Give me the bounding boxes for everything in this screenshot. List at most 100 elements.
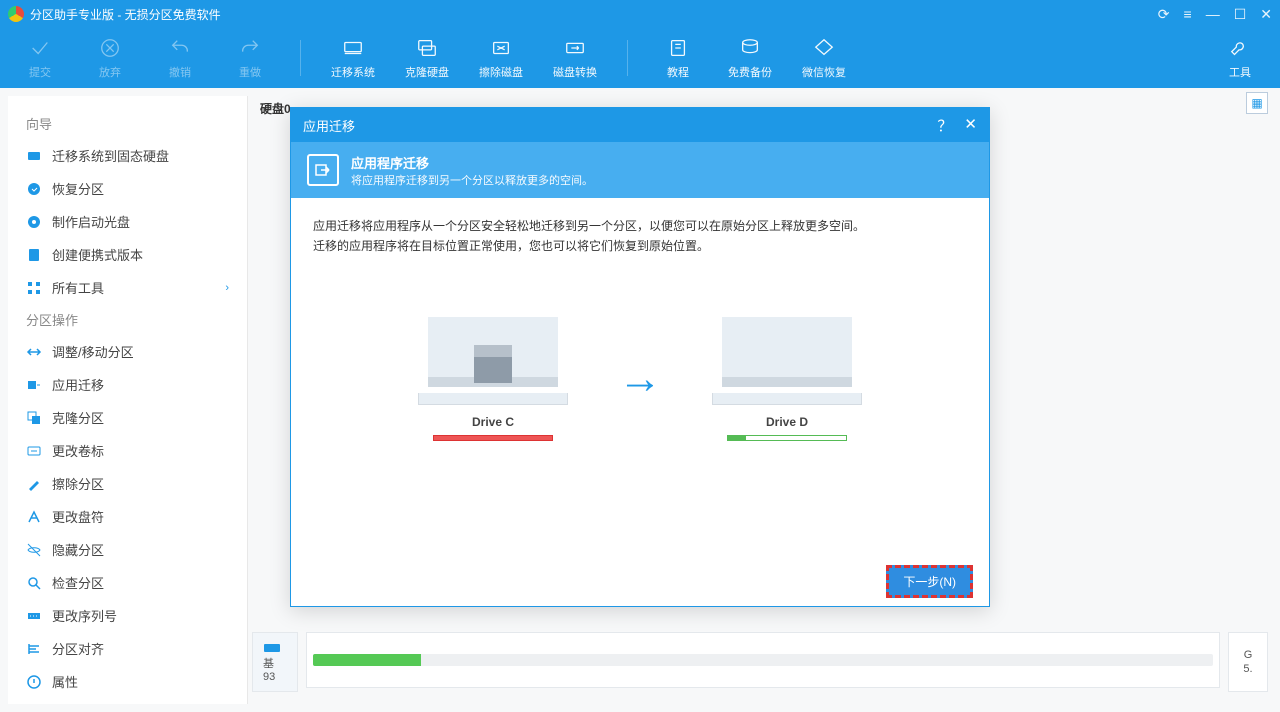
- resize-move-icon: [26, 344, 42, 360]
- minimize-icon[interactable]: —: [1206, 6, 1220, 22]
- sidebar-item-migrate-ssd[interactable]: 迁移系统到固态硬盘: [8, 139, 247, 172]
- make-boot-disc-icon: [26, 214, 42, 230]
- disk-size: 5.: [1243, 663, 1252, 675]
- app-title: 分区助手专业版 - 无损分区免费软件: [30, 6, 221, 23]
- sidebar-item-resize-move[interactable]: 调整/移动分区: [8, 335, 247, 368]
- sidebar-item-change-serial[interactable]: 更改序列号: [8, 599, 247, 632]
- arrow-right-icon: →: [618, 354, 662, 404]
- change-label-icon: [26, 443, 42, 459]
- sidebar-item-all-tools[interactable]: 所有工具›: [8, 271, 247, 304]
- sidebar: 向导迁移系统到固态硬盘恢复分区制作启动光盘创建便携式版本所有工具›分区操作调整/…: [8, 96, 248, 704]
- sidebar-item-app-migrate[interactable]: 应用迁移: [8, 368, 247, 401]
- sidebar-item-recover-partition[interactable]: 恢复分区: [8, 172, 247, 205]
- tools-icon: [1228, 36, 1252, 60]
- sidebar-item-label: 恢复分区: [52, 179, 104, 198]
- tutorial-icon: [666, 36, 690, 60]
- dialog-banner: 应用程序迁移 将应用程序迁移到另一个分区以释放更多的空间。: [291, 142, 989, 198]
- toolbar-label: 迁移系统: [331, 64, 375, 80]
- disk-convert-icon: [563, 36, 587, 60]
- package-icon: [474, 345, 512, 383]
- disk-summary-card[interactable]: 基 93: [252, 632, 298, 692]
- drive-d-graphic: Drive D: [712, 317, 862, 441]
- toolbar-label: 撤销: [169, 64, 191, 80]
- sidebar-item-label: 更改卷标: [52, 441, 104, 460]
- dialog-title: 应用迁移: [303, 116, 355, 135]
- discard-icon: [98, 36, 122, 60]
- undo-icon: [168, 36, 192, 60]
- sidebar-section: 向导: [8, 108, 247, 139]
- sidebar-item-label: 更改盘符: [52, 507, 104, 526]
- check-partition-icon: [26, 575, 42, 591]
- change-serial-icon: [26, 608, 42, 624]
- clone-disk-icon: [415, 36, 439, 60]
- sidebar-section: 分区操作: [8, 304, 247, 335]
- help-icon[interactable]: ？: [937, 115, 952, 136]
- dialog-desc-line2: 迁移的应用程序将在目标位置正常使用，您也可以将它们恢复到原始位置。: [313, 236, 967, 256]
- clone-disk-button[interactable]: 克隆硬盘: [405, 36, 449, 80]
- disk-letter-card[interactable]: G 5.: [1228, 632, 1268, 692]
- redo-icon: [238, 36, 262, 60]
- sidebar-item-label: 擦除分区: [52, 474, 104, 493]
- sidebar-item-change-label[interactable]: 更改卷标: [8, 434, 247, 467]
- sidebar-item-label: 属性: [52, 672, 78, 691]
- sidebar-item-change-letter[interactable]: 更改盘符: [8, 500, 247, 533]
- toolbar-label: 教程: [667, 64, 689, 80]
- backup-icon: [738, 36, 762, 60]
- refresh-icon[interactable]: ⟳: [1158, 6, 1170, 23]
- migrate-os-button[interactable]: 迁移系统: [331, 36, 375, 80]
- toolbar-label: 重做: [239, 64, 261, 80]
- sidebar-item-label: 创建便携式版本: [52, 245, 143, 264]
- disk-card-line1: 基: [263, 655, 287, 671]
- drive-c-graphic: Drive C: [418, 317, 568, 441]
- wipe-disk-button[interactable]: 擦除磁盘: [479, 36, 523, 80]
- app-migrate-dialog: 应用迁移 ？ ✕ 应用程序迁移 将应用程序迁移到另一个分区以释放更多的空间。 应…: [290, 107, 990, 607]
- sidebar-item-portable[interactable]: 创建便携式版本: [8, 238, 247, 271]
- disk-card-line2: 93: [263, 671, 287, 683]
- sidebar-item-label: 分区对齐: [52, 639, 104, 658]
- drive-d-label: Drive D: [766, 415, 808, 429]
- main-toolbar: 提交 放弃 撤销 重做 迁移系统 克隆硬盘 擦除磁盘 磁盘转换 教程 免费备份 微信恢复 工具: [0, 28, 1280, 88]
- align-partition-icon: [26, 641, 42, 657]
- sidebar-item-label: 隐藏分区: [52, 540, 104, 559]
- disk-icon: [263, 641, 281, 655]
- next-button[interactable]: 下一步(N): [886, 565, 973, 598]
- backup-button[interactable]: 免费备份: [728, 36, 772, 80]
- sidebar-item-label: 检查分区: [52, 573, 104, 592]
- toolbar-label: 克隆硬盘: [405, 64, 449, 80]
- toolbar-label: 擦除磁盘: [479, 64, 523, 80]
- properties-icon: [26, 674, 42, 690]
- sidebar-item-make-boot-disc[interactable]: 制作启动光盘: [8, 205, 247, 238]
- disk-letter: G: [1244, 649, 1253, 661]
- wipe-disk-icon: [489, 36, 513, 60]
- app-logo-icon: [8, 6, 24, 22]
- migrate-banner-icon: [307, 154, 339, 186]
- drive-d-usage-bar: [727, 435, 847, 441]
- apply-icon: [28, 36, 52, 60]
- toolbar-label: 提交: [29, 64, 51, 80]
- view-toggle-button[interactable]: ▦: [1246, 92, 1268, 114]
- sidebar-item-align-partition[interactable]: 分区对齐: [8, 632, 247, 665]
- toolbar-label: 磁盘转换: [553, 64, 597, 80]
- disk-usage-bar[interactable]: [306, 632, 1220, 688]
- wipe-partition-icon: [26, 476, 42, 492]
- sidebar-item-label: 克隆分区: [52, 408, 104, 427]
- sidebar-item-clone-partition[interactable]: 克隆分区: [8, 401, 247, 434]
- dialog-close-icon[interactable]: ✕: [964, 115, 977, 136]
- sidebar-item-check-partition[interactable]: 检查分区: [8, 566, 247, 599]
- tutorial-button[interactable]: 教程: [658, 36, 698, 80]
- maximize-icon[interactable]: ☐: [1234, 6, 1247, 23]
- tools-button[interactable]: 工具: [1220, 36, 1260, 80]
- disk-convert-button[interactable]: 磁盘转换: [553, 36, 597, 80]
- clone-partition-icon: [26, 410, 42, 426]
- toolbar-label: 放弃: [99, 64, 121, 80]
- drive-c-label: Drive C: [472, 415, 514, 429]
- toolbar-label: 微信恢复: [802, 64, 846, 80]
- sidebar-item-label: 调整/移动分区: [52, 342, 134, 361]
- sidebar-item-wipe-partition[interactable]: 擦除分区: [8, 467, 247, 500]
- toolbar-label: 免费备份: [728, 64, 772, 80]
- close-icon[interactable]: ✕: [1260, 6, 1272, 23]
- sidebar-item-properties[interactable]: 属性: [8, 665, 247, 698]
- wechat-recover-button[interactable]: 微信恢复: [802, 36, 846, 80]
- sidebar-item-hide-partition[interactable]: 隐藏分区: [8, 533, 247, 566]
- menu-icon[interactable]: ≡: [1184, 6, 1192, 22]
